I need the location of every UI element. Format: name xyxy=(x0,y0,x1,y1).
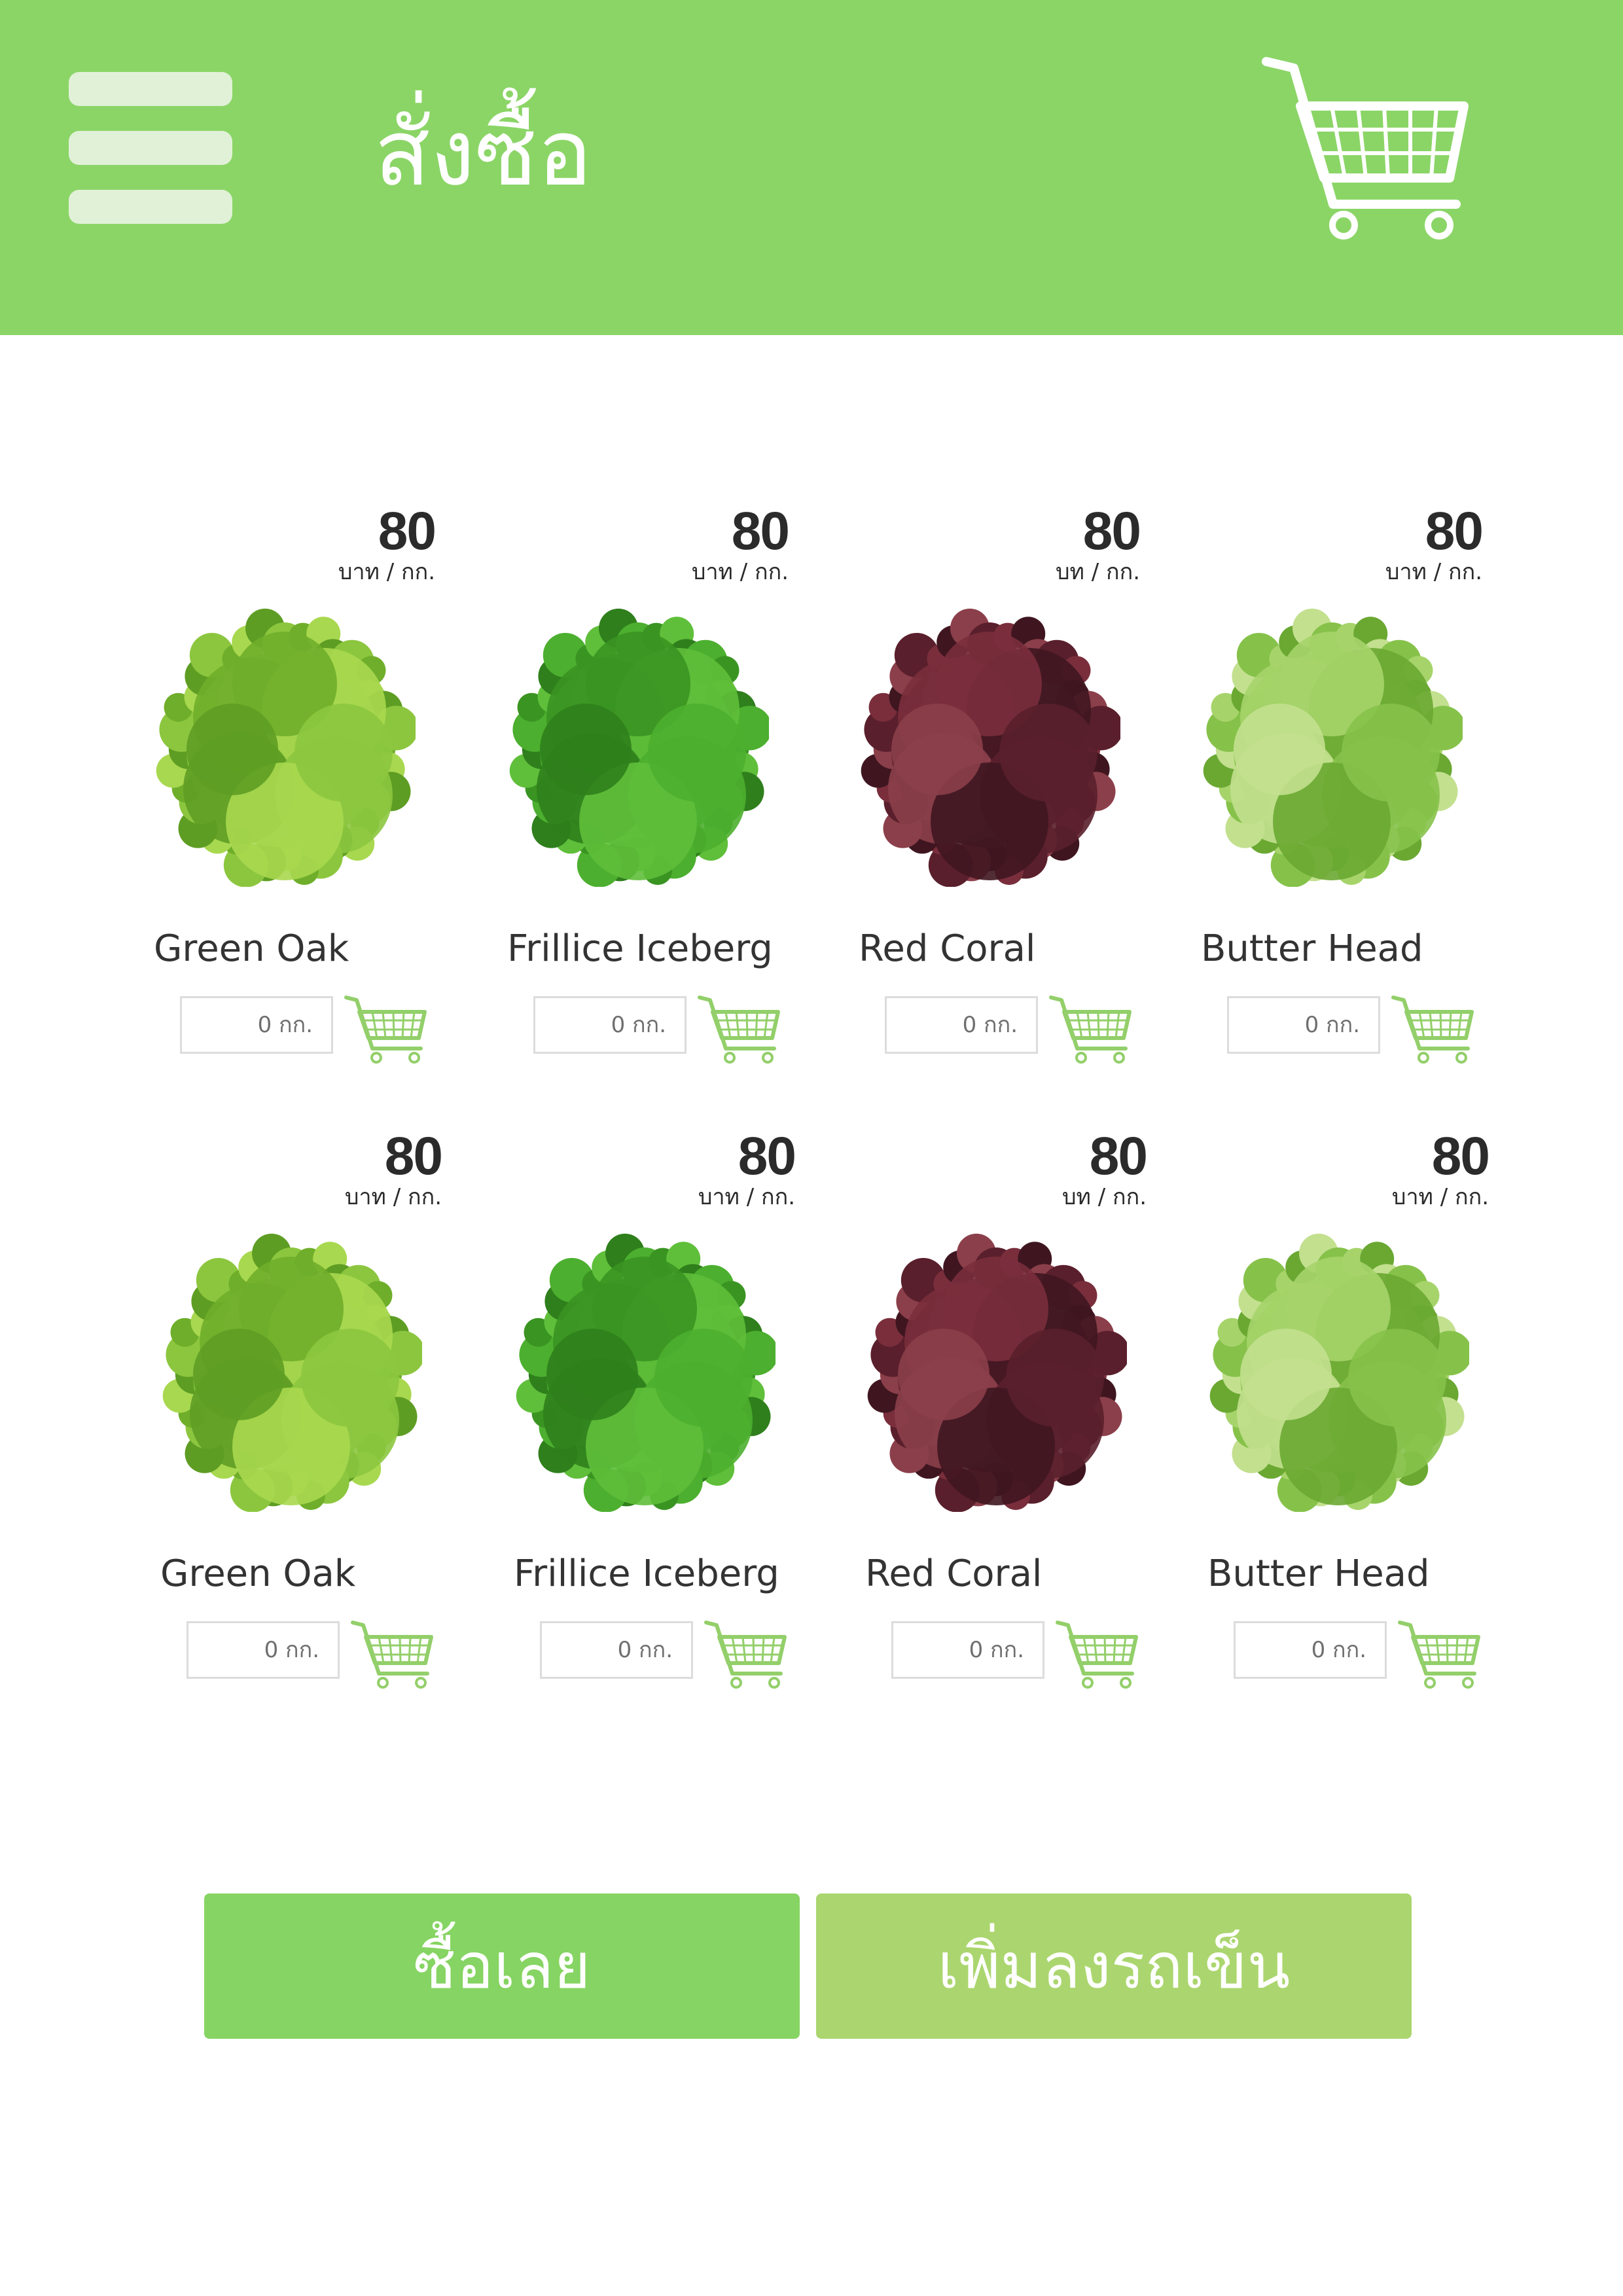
add-to-cart-icon[interactable] xyxy=(350,1619,435,1691)
page-title: สั่งซื้อ xyxy=(374,100,592,207)
price-unit: บาท / กก. xyxy=(1385,559,1482,585)
add-to-cart-icon[interactable] xyxy=(1397,1619,1482,1691)
price-unit: บท / กก. xyxy=(1055,559,1140,585)
product-image[interactable] xyxy=(859,599,1124,888)
product-name: Green Oak xyxy=(154,927,349,970)
quantity-input[interactable]: 0 กก. xyxy=(891,1621,1044,1679)
price-unit: บาท / กก. xyxy=(344,1184,442,1210)
product-card: 80 บาท / กก. Frillice Iceberg 0 กก. xyxy=(514,1129,841,1718)
quantity-input[interactable]: 0 กก. xyxy=(1234,1621,1387,1679)
quantity-input[interactable]: 0 กก. xyxy=(533,996,687,1054)
add-to-cart-icon[interactable] xyxy=(704,1619,789,1691)
buy-now-button[interactable]: ซื้อเลย xyxy=(204,1893,800,2039)
add-to-cart-icon[interactable] xyxy=(1048,994,1133,1066)
product-card: 80 บาท / กก. Green Oak 0 กก. xyxy=(154,504,481,1093)
price-unit: บาท / กก. xyxy=(691,559,789,585)
product-price: 80 xyxy=(1082,501,1141,561)
product-name: Frillice Iceberg xyxy=(507,927,773,970)
product-image[interactable] xyxy=(1207,1224,1472,1513)
product-price: 80 xyxy=(378,501,437,561)
product-name: Red Coral xyxy=(865,1552,1043,1595)
product-price: 80 xyxy=(731,501,790,561)
product-card: 80 บาท / กก. Butter Head 0 กก. xyxy=(1201,504,1528,1093)
shopping-cart-icon[interactable] xyxy=(1260,54,1476,247)
price-unit: บท / กก. xyxy=(1061,1184,1147,1210)
product-card: 80 บาท / กก. Green Oak 0 กก. xyxy=(160,1129,488,1718)
add-to-cart-button[interactable]: เพิ่มลงรถเข็น xyxy=(816,1893,1412,2039)
product-card: 80 บาท / กก. Frillice Iceberg 0 กก. xyxy=(507,504,834,1093)
price-unit: บาท / กก. xyxy=(698,1184,795,1210)
quantity-input[interactable]: 0 กก. xyxy=(1227,996,1380,1054)
product-name: Frillice Iceberg xyxy=(514,1552,779,1595)
product-name: Red Coral xyxy=(859,927,1036,970)
product-name: Butter Head xyxy=(1207,1552,1430,1595)
quantity-input[interactable]: 0 กก. xyxy=(885,996,1038,1054)
product-price: 80 xyxy=(738,1126,796,1186)
product-price: 80 xyxy=(384,1126,443,1186)
quantity-input[interactable]: 0 กก. xyxy=(180,996,333,1054)
product-price: 80 xyxy=(1089,1126,1148,1186)
add-to-cart-icon[interactable] xyxy=(1391,994,1476,1066)
product-card: 80 บท / กก. Red Coral 0 กก. xyxy=(865,1129,1192,1718)
product-name: Butter Head xyxy=(1201,927,1423,970)
product-image[interactable] xyxy=(865,1224,1130,1513)
product-price: 80 xyxy=(1431,1126,1490,1186)
product-image[interactable] xyxy=(154,599,419,888)
product-price: 80 xyxy=(1425,501,1484,561)
product-image[interactable] xyxy=(514,1224,779,1513)
product-card: 80 บท / กก. Red Coral 0 กก. xyxy=(859,504,1186,1093)
product-card: 80 บาท / กก. Butter Head 0 กก. xyxy=(1207,1129,1535,1718)
price-unit: บาท / กก. xyxy=(1391,1184,1489,1210)
quantity-input[interactable]: 0 กก. xyxy=(540,1621,693,1679)
add-to-cart-icon[interactable] xyxy=(697,994,782,1066)
app-header: สั่งซื้อ xyxy=(0,0,1623,335)
product-name: Green Oak xyxy=(160,1552,356,1595)
product-image[interactable] xyxy=(507,599,772,888)
add-to-cart-icon[interactable] xyxy=(344,994,429,1066)
hamburger-menu-icon[interactable] xyxy=(69,72,232,226)
product-image[interactable] xyxy=(160,1224,425,1513)
quantity-input[interactable]: 0 กก. xyxy=(187,1621,340,1679)
add-to-cart-icon[interactable] xyxy=(1055,1619,1140,1691)
product-image[interactable] xyxy=(1201,599,1466,888)
price-unit: บาท / กก. xyxy=(338,559,435,585)
